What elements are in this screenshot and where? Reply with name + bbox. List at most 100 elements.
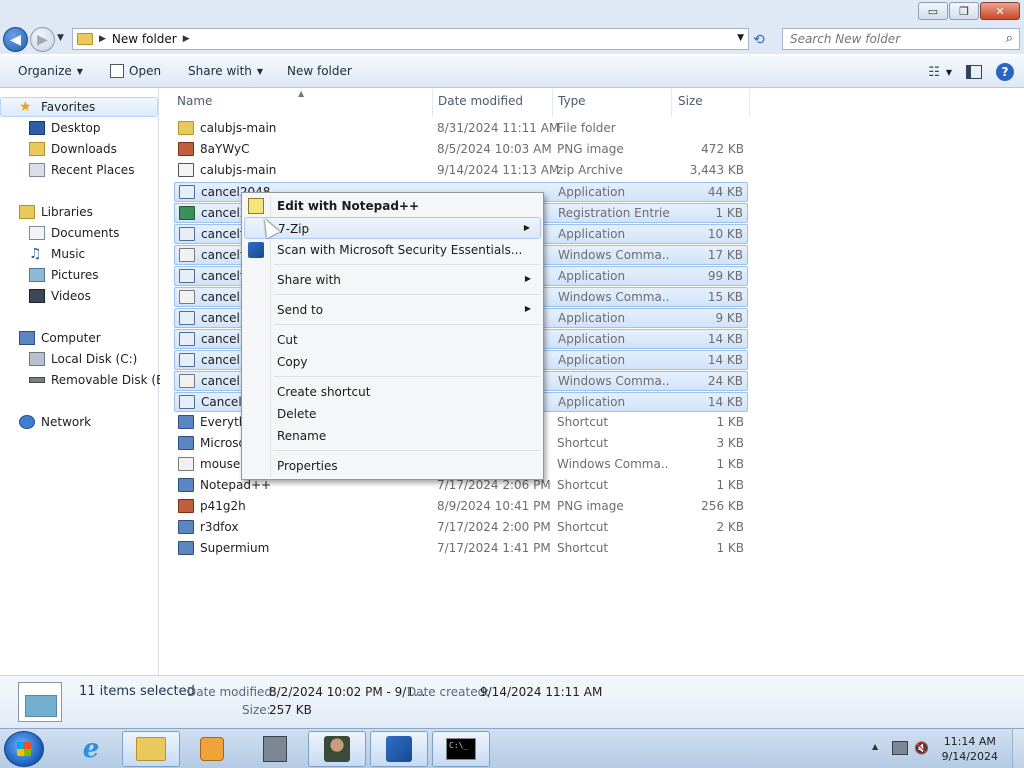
column-header-name[interactable]: Name	[177, 94, 212, 114]
start-button[interactable]	[4, 731, 44, 767]
file-size: 14 KB	[707, 332, 743, 346]
file-type: Windows Comma...	[558, 374, 670, 388]
minimize-button[interactable]: ▭	[918, 2, 948, 20]
file-row[interactable]: calubjs-main 9/14/2024 11:13 AM zip Archiv…	[174, 161, 748, 181]
network-tray-icon[interactable]	[892, 741, 908, 755]
menu-item-edit-notepad[interactable]: Edit with Notepad++	[244, 195, 541, 217]
recent-pages-dropdown[interactable]: ▼	[57, 33, 64, 43]
refresh-icon[interactable]: ⟲	[753, 32, 765, 48]
nav-libraries[interactable]: Libraries	[0, 202, 158, 222]
menu-item-delete[interactable]: Delete	[244, 403, 541, 425]
file-row[interactable]: p41g2h 8/9/2024 10:41 PM PNG image 256 KB	[174, 497, 748, 517]
maximize-button[interactable]: ❐	[949, 2, 979, 20]
file-type: Shortcut	[557, 541, 609, 555]
file-row[interactable]: 8aYWyC 8/5/2024 10:03 AM PNG image 472 KB	[174, 140, 748, 160]
nav-pictures[interactable]: Pictures	[0, 265, 158, 285]
breadcrumb-new-folder[interactable]: New folder	[112, 32, 177, 46]
menu-item-send-to[interactable]: Send to ▶	[244, 299, 541, 321]
back-button[interactable]: ◀	[3, 27, 28, 52]
nav-favorites[interactable]: ★ Favorites	[0, 97, 158, 117]
show-desktop-button[interactable]	[1012, 729, 1024, 768]
menu-item-copy[interactable]: Copy	[244, 351, 541, 373]
breadcrumb-arrow-icon[interactable]: ▶	[99, 34, 106, 44]
column-divider[interactable]	[432, 89, 433, 117]
column-divider[interactable]	[671, 89, 672, 117]
nav-recent-places[interactable]: Recent Places	[0, 160, 158, 180]
nav-removable-disk[interactable]: Removable Disk (E:)	[0, 370, 172, 390]
open-button[interactable]: Open	[110, 64, 161, 78]
file-size: 3,443 KB	[689, 163, 744, 177]
application-icon	[179, 185, 195, 199]
show-hidden-icons-icon[interactable]: ▲	[872, 742, 878, 751]
forward-button[interactable]: ▶	[30, 27, 55, 52]
application-icon	[179, 269, 195, 283]
help-icon[interactable]: ?	[996, 63, 1014, 81]
shortcut-icon	[178, 541, 194, 555]
address-bar[interactable]: ▶ New folder ▶ ▼	[72, 28, 749, 50]
menu-item-scan-mse[interactable]: Scan with Microsoft Security Essentials.…	[244, 239, 541, 261]
share-with-button[interactable]: Share with ▼	[188, 64, 263, 78]
taskbar-internet-explorer[interactable]: e	[62, 731, 120, 767]
new-folder-button[interactable]: New folder	[287, 64, 352, 78]
star-icon: ★	[19, 99, 32, 115]
menu-item-cut[interactable]: Cut	[244, 329, 541, 351]
close-button[interactable]: ✕	[980, 2, 1020, 20]
address-dropdown-icon[interactable]: ▼	[737, 33, 744, 43]
taskbar-media-player[interactable]	[183, 731, 241, 767]
clock-time: 11:14 AM	[943, 735, 996, 748]
menu-item-7zip[interactable]: 7-Zip ▶	[244, 217, 541, 239]
column-divider[interactable]	[552, 89, 553, 117]
shortcut-icon	[178, 415, 194, 429]
taskbar-explorer[interactable]	[122, 731, 180, 767]
volume-muted-icon[interactable]: 🔇	[914, 741, 930, 755]
application-icon	[179, 332, 195, 346]
preview-pane-icon[interactable]	[966, 65, 982, 79]
menu-item-create-shortcut[interactable]: Create shortcut	[244, 381, 541, 403]
file-row[interactable]: calubjs-main 8/31/2024 11:11 AM File folde…	[174, 119, 748, 139]
chevron-down-icon: ▼	[76, 66, 83, 76]
taskbar-security-essentials[interactable]	[370, 731, 428, 767]
column-divider[interactable]	[749, 89, 750, 117]
command-prompt-icon: C:\_	[446, 738, 476, 760]
application-icon	[179, 353, 195, 367]
taskbar-command-prompt[interactable]: C:\_	[432, 731, 490, 767]
column-header-date[interactable]: Date modified	[438, 94, 523, 114]
application-icon	[179, 311, 195, 325]
menu-item-properties[interactable]: Properties	[244, 455, 541, 477]
nav-music[interactable]: ♫ Music	[0, 244, 158, 264]
file-type: File folder	[557, 121, 616, 135]
nav-documents-label: Documents	[51, 226, 120, 240]
size-value: 257 KB	[269, 703, 312, 717]
file-type: zip Archive	[557, 163, 623, 177]
menu-item-rename[interactable]: Rename	[244, 425, 541, 447]
menu-item-share-with[interactable]: Share with ▶	[244, 269, 541, 291]
search-input[interactable]	[790, 32, 990, 46]
nav-network[interactable]: Network	[0, 412, 158, 432]
image-icon	[178, 499, 194, 513]
computer-icon	[19, 331, 35, 345]
taskbar-app-2[interactable]	[308, 731, 366, 767]
change-view-icon[interactable]: ☷	[928, 65, 940, 80]
search-icon[interactable]: ⌕	[1006, 31, 1013, 46]
file-row[interactable]: Supermium 7/17/2024 1:41 PM Shortcut 1 KB	[174, 539, 748, 559]
nav-desktop[interactable]: Desktop	[0, 118, 158, 138]
nav-downloads[interactable]: Downloads	[0, 139, 158, 159]
nav-computer[interactable]: Computer	[0, 328, 158, 348]
file-size: 1 KB	[716, 541, 744, 555]
organize-button[interactable]: Organize ▼	[18, 64, 83, 78]
file-row[interactable]: r3dfox 7/17/2024 2:00 PM Shortcut 2 KB	[174, 518, 748, 538]
taskbar-app-1[interactable]	[246, 731, 304, 767]
batch-file-icon	[179, 374, 195, 388]
clock[interactable]: 11:14 AM 9/14/2024	[942, 734, 998, 764]
nav-videos[interactable]: Videos	[0, 286, 158, 306]
folder-icon	[136, 737, 166, 761]
breadcrumb-arrow-icon[interactable]: ▶	[183, 34, 190, 44]
column-header-type[interactable]: Type	[558, 94, 586, 114]
application-icon	[179, 395, 195, 409]
search-box[interactable]: ⌕	[782, 28, 1020, 50]
more-options-icon[interactable]: ▼	[946, 68, 952, 77]
nav-documents[interactable]: Documents	[0, 223, 158, 243]
column-header-size[interactable]: Size	[678, 94, 703, 114]
file-name: r3dfox	[200, 520, 239, 534]
nav-local-disk[interactable]: Local Disk (C:)	[0, 349, 158, 369]
